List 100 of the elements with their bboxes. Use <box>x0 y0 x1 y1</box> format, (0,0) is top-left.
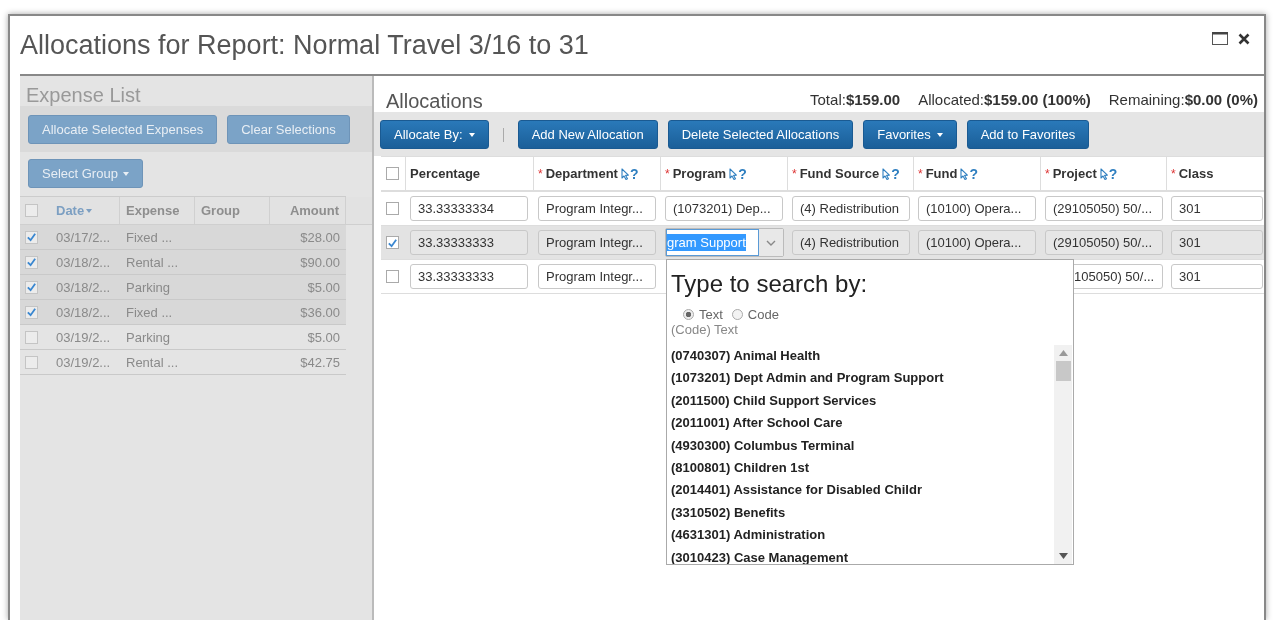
help-button[interactable]: ? <box>882 165 900 182</box>
required-mark: * <box>1045 166 1050 181</box>
column-header: Percentage <box>410 166 481 181</box>
list-item[interactable]: (3010423) Case Management <box>671 546 1054 564</box>
input-field[interactable]: Program Integr... <box>538 264 656 289</box>
dropdown-button[interactable]: Favorites <box>863 120 957 149</box>
radio-label: Code <box>747 307 779 322</box>
scrollbar[interactable] <box>1054 345 1072 564</box>
required-mark: * <box>792 166 797 181</box>
panel-title: Expense List <box>25 83 142 106</box>
cursor-icon <box>620 167 629 180</box>
table-cell: Parking <box>126 279 171 295</box>
table-cell: $90.00 <box>300 254 340 270</box>
hint-text: (Code) Text <box>671 322 739 337</box>
table-cell: 03/19/2... <box>56 354 111 370</box>
input-field[interactable]: (1073201) Dep... <box>665 196 783 221</box>
window-title: Allocations for Report: Normal Travel 3/16 to 31 <box>20 30 589 61</box>
radio-label: Text <box>699 307 723 322</box>
table-cell: Parking <box>126 329 171 345</box>
list-item[interactable]: (1073201) Dept Admin and Program Support <box>671 367 1054 390</box>
checkbox[interactable] <box>25 255 38 269</box>
list-item[interactable]: (4930300) Columbus Terminal <box>671 434 1054 457</box>
table-cell: Rental ... <box>126 254 179 270</box>
column-header: Project <box>1052 166 1097 181</box>
required-mark: * <box>665 166 670 181</box>
table-cell: 03/18/2... <box>56 279 111 295</box>
chevron-down-icon <box>766 239 776 246</box>
scroll-down-icon[interactable] <box>1058 553 1068 559</box>
column-header: Fund Source <box>799 166 880 181</box>
input-field[interactable]: 301 <box>1171 230 1263 255</box>
input-field[interactable]: Program Integr... <box>538 196 656 221</box>
checkbox[interactable] <box>25 280 38 294</box>
checkbox[interactable] <box>386 167 399 180</box>
checkbox[interactable] <box>25 305 38 319</box>
scroll-thumb[interactable] <box>1055 361 1071 381</box>
table-cell: 03/19/2... <box>56 329 111 345</box>
help-button[interactable]: ? <box>729 165 747 182</box>
list-item[interactable]: (8100801) Children 1st <box>671 456 1054 480</box>
button[interactable]: Add New Allocation <box>517 120 658 149</box>
total-text: Total:$159.00 <box>810 91 901 108</box>
help-button[interactable]: ? <box>620 165 639 182</box>
list-item[interactable]: (2011500) Child Support Services <box>671 389 1054 413</box>
checkbox[interactable] <box>25 230 38 244</box>
required-mark: * <box>538 166 543 181</box>
checkbox[interactable] <box>25 330 38 344</box>
radio-button[interactable] <box>683 309 694 320</box>
checkbox[interactable] <box>386 236 399 249</box>
button[interactable]: Delete Selected Allocations <box>667 120 854 149</box>
dropdown-button[interactable] <box>759 229 783 256</box>
list-item[interactable]: (2011001) After School Care <box>671 412 1054 435</box>
table-cell: Fixed ... <box>126 229 173 245</box>
table-cell: $42.75 <box>300 354 340 370</box>
checkbox[interactable] <box>25 204 38 217</box>
list-item[interactable]: (0740307) Animal Health <box>671 345 1054 368</box>
help-button[interactable]: ? <box>960 165 978 182</box>
column-header: Department <box>545 166 618 181</box>
table-cell: 03/18/2... <box>56 304 111 320</box>
checkbox[interactable] <box>25 355 38 369</box>
maximize-icon[interactable] <box>1212 32 1228 45</box>
required-mark: * <box>1171 166 1176 181</box>
help-button[interactable]: ? <box>1099 165 1118 182</box>
input-field[interactable]: 301 <box>1171 196 1263 221</box>
input-field[interactable]: 33.33333334 <box>410 196 528 221</box>
required-mark: * <box>918 166 923 181</box>
cursor-icon <box>960 167 969 180</box>
input-field[interactable]: 33.33333333 <box>410 264 528 289</box>
list-item[interactable]: (3310502) Benefits <box>671 501 1054 525</box>
table-cell: $28.00 <box>300 229 340 245</box>
radio-button[interactable] <box>731 309 743 320</box>
table-cell: 03/17/2... <box>56 229 111 245</box>
input-field[interactable]: 33.33333333 <box>410 230 528 255</box>
cursor-icon <box>882 167 891 180</box>
column-header: Class <box>1178 166 1214 181</box>
input-field[interactable]: (4) Redistribution <box>792 230 910 255</box>
list-item[interactable]: (2014401) Assistance for Disabled Childr <box>671 479 1054 502</box>
input-field[interactable]: (10100) Opera... <box>918 230 1036 255</box>
button[interactable]: Add to Favorites <box>966 120 1090 149</box>
cursor-icon <box>1099 167 1108 180</box>
checkbox[interactable] <box>386 202 399 215</box>
table-cell: Fixed ... <box>126 304 173 320</box>
input-field[interactable]: (29105050) 50/... <box>1045 196 1163 221</box>
input-field[interactable]: 301 <box>1171 264 1263 289</box>
scroll-up-icon[interactable] <box>1058 350 1068 356</box>
total-text: Remaining:$0.00 (0%) <box>1108 91 1258 108</box>
input-field[interactable]: (4) Redistribution <box>792 196 910 221</box>
table-cell: $36.00 <box>300 304 340 320</box>
column-header: Program <box>672 166 727 181</box>
checkbox[interactable] <box>386 270 399 283</box>
input-field[interactable]: Program Integr... <box>538 230 656 255</box>
input-field[interactable]: (29105050) 50/... <box>1045 230 1163 255</box>
list-item[interactable]: (4631301) Administration <box>671 524 1054 547</box>
dropdown-button[interactable]: Allocate By: <box>380 120 489 149</box>
table-cell: $5.00 <box>307 279 340 295</box>
table-cell: Rental ... <box>126 354 179 370</box>
input-field[interactable]: (10100) Opera... <box>918 196 1036 221</box>
caret-icon <box>122 171 129 176</box>
popup-title: Type to search by: <box>671 270 869 298</box>
close-icon[interactable] <box>1238 32 1250 45</box>
cursor-icon <box>729 167 738 180</box>
column-header: Fund <box>925 166 958 181</box>
